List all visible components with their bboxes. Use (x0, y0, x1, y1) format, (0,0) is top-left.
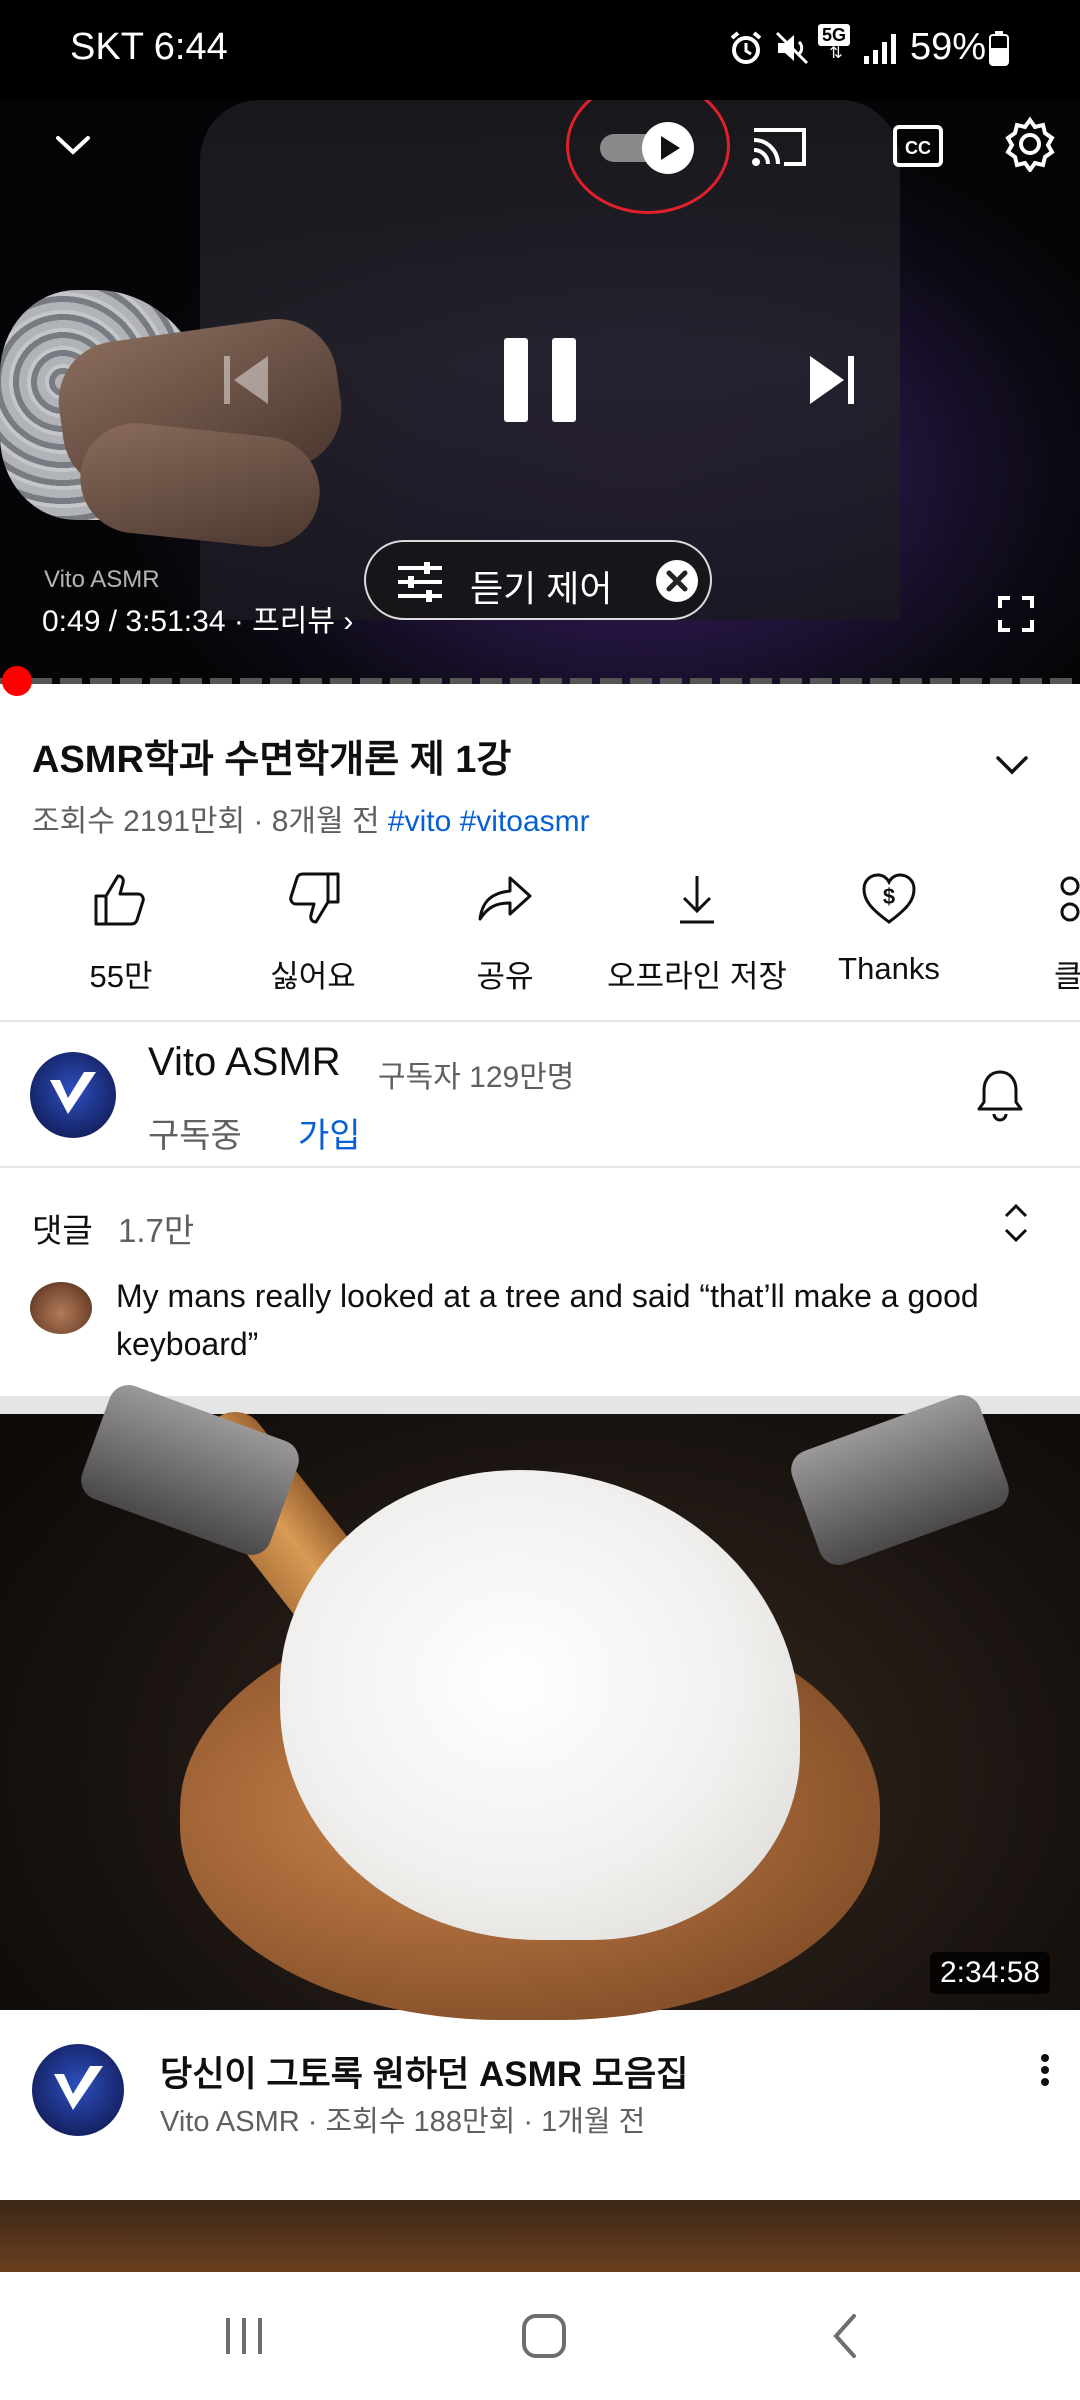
vito-logo-icon (50, 1072, 96, 1114)
share-label: 공유 (476, 959, 534, 994)
share-button[interactable]: 공유 (410, 870, 600, 996)
mute-icon (774, 30, 810, 66)
super-thanks-heart-icon: $ (862, 873, 916, 924)
comments-section[interactable]: 댓글 1.7만 My mans really looked at a tree … (0, 1168, 1080, 1396)
video-duration-badge: 2:34:58 (930, 1952, 1051, 1994)
recommended-video-title[interactable]: 당신이 그토록 원하던 ASMR 모음집 (160, 2046, 688, 2097)
share-icon (478, 876, 532, 921)
download-icon (680, 876, 714, 924)
subscriber-count: 구독자 129만명 (378, 1061, 575, 1094)
clip-button[interactable]: 클 (986, 870, 1080, 996)
listen-control-label: 듣기 제어 (470, 568, 613, 609)
video-meta: 조회수 2191만회 · 8개월 전 #vito #vitoasmr (32, 796, 590, 840)
hashtag-link[interactable]: #vito (388, 805, 451, 838)
svg-text:$: $ (883, 884, 895, 909)
vito-logo-icon (54, 2066, 103, 2110)
carrier-time: SKT 6:44 (70, 26, 228, 68)
previous-icon[interactable] (220, 350, 272, 410)
recommended-channel-avatar[interactable] (32, 2044, 124, 2136)
close-icon[interactable] (656, 560, 698, 602)
join-button[interactable]: 가입 (298, 1108, 361, 1157)
progress-bar[interactable] (0, 678, 1080, 684)
divider (0, 1020, 1080, 1022)
battery-percent: 59% (910, 26, 987, 68)
expand-sort-icon (998, 1200, 1034, 1246)
captions-icon[interactable]: CC (892, 124, 944, 168)
commenter-avatar (30, 1282, 92, 1334)
clip-scissors-icon (1060, 876, 1080, 922)
settings-gear-icon[interactable] (1002, 116, 1058, 174)
current-time: 0:49 (42, 605, 101, 638)
back-icon[interactable] (826, 2312, 866, 2360)
preview-label: · 프리뷰 (233, 605, 335, 638)
recent-apps-icon[interactable] (222, 2314, 266, 2358)
fullscreen-icon[interactable] (998, 596, 1034, 632)
dislike-button[interactable]: 싫어요 (218, 870, 408, 996)
view-count: 조회수 2191만회 · 8개월 전 (32, 805, 380, 838)
listen-control-button[interactable]: 듣기 제어 (364, 540, 712, 620)
network-type: 5G (818, 24, 850, 46)
dislike-label: 싫어요 (270, 959, 356, 994)
channel-name[interactable]: Vito ASMR (148, 1040, 341, 1085)
video-player[interactable]: CC Vito ASMR 듣기 제어 0:49 / 3:51:34 · 프리뷰 … (0, 0, 1080, 684)
time-display[interactable]: 0:49 / 3:51:34 · 프리뷰 › (42, 596, 353, 640)
download-button[interactable]: 오프라인 저장 (602, 870, 792, 996)
hashtag-link[interactable]: #vitoasmr (460, 805, 590, 838)
sliders-icon (396, 560, 444, 604)
battery-icon (988, 30, 1010, 66)
signal-icon (862, 32, 898, 66)
channel-watermark: Vito ASMR (44, 566, 160, 593)
chevron-right-icon: › (343, 605, 354, 638)
clip-label: 클 (1054, 959, 1080, 994)
recommended-video-meta: Vito ASMR · 조회수 188만회 · 1개월 전 (160, 2106, 646, 2138)
notification-bell-icon[interactable] (976, 1068, 1024, 1122)
expand-description-chevron-icon[interactable] (990, 742, 1034, 786)
comments-label: 댓글 (32, 1212, 93, 1249)
channel-avatar[interactable] (30, 1052, 116, 1138)
alarm-icon (728, 30, 764, 66)
cast-icon[interactable] (750, 122, 808, 172)
thumbs-up-icon (94, 874, 145, 926)
like-count: 55만 (89, 959, 153, 994)
status-bar: SKT 6:44 5G ⇅ 59% (0, 0, 1080, 100)
total-time: / 3:51:34 (108, 605, 226, 638)
download-label: 오프라인 저장 (607, 959, 787, 994)
network-5g-icon: 5G ⇅ (818, 24, 854, 70)
svg-text:CC: CC (905, 138, 931, 158)
home-icon[interactable] (520, 2312, 568, 2360)
more-options-icon[interactable] (1030, 2050, 1060, 2090)
thumbs-down-icon (289, 872, 340, 924)
minimize-chevron-icon[interactable] (50, 122, 96, 168)
pause-icon[interactable] (500, 334, 580, 426)
thanks-button[interactable]: $ Thanks (794, 870, 984, 987)
next-icon[interactable] (806, 350, 858, 410)
thanks-label: Thanks (838, 951, 940, 986)
comments-count: 1.7만 (118, 1212, 195, 1249)
progress-scrubber[interactable] (2, 666, 32, 696)
video-title[interactable]: ASMR학과 수면학개론 제 1강 (32, 728, 511, 783)
like-button[interactable]: 55만 (26, 870, 216, 996)
top-comment-text: My mans really looked at a tree and said… (116, 1278, 979, 1362)
next-recommended-thumbnail[interactable] (0, 2200, 1080, 2272)
subscribed-button[interactable]: 구독중 (148, 1108, 242, 1157)
system-navigation-bar (0, 2272, 1080, 2400)
